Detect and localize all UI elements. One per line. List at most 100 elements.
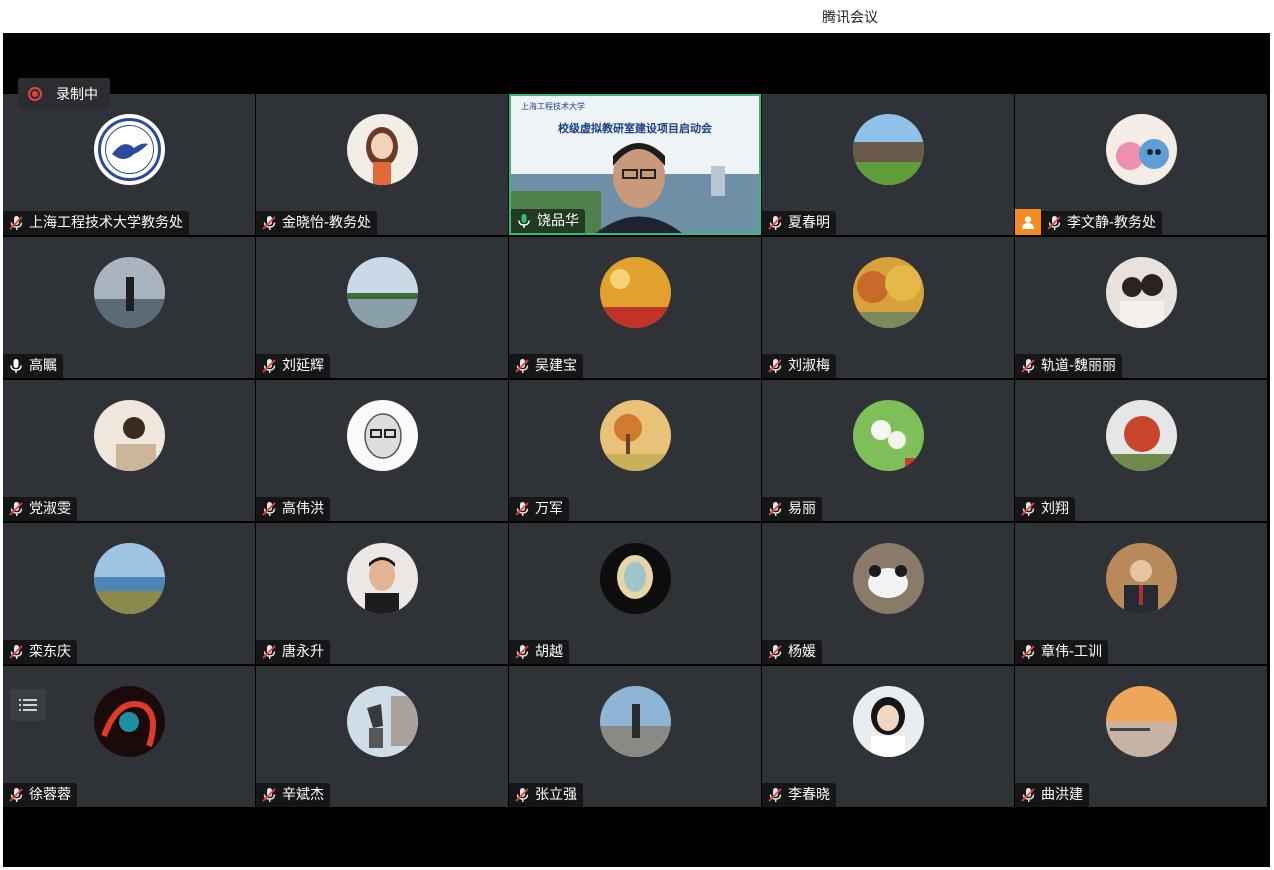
participant-tile[interactable]: 吴建宝: [509, 237, 761, 378]
participant-name: 张立强: [535, 787, 577, 803]
participant-tile[interactable]: 党淑雯: [3, 380, 255, 521]
mic-muted-icon: [260, 786, 278, 804]
name-tag: 章伟-工训: [1015, 640, 1109, 664]
name-tag: 胡越: [509, 640, 569, 664]
avatar: [347, 257, 418, 328]
mic-muted-icon: [1019, 357, 1037, 375]
participant-tile[interactable]: 高伟洪: [256, 380, 508, 521]
participant-tile[interactable]: 刘延辉: [256, 237, 508, 378]
mic-muted-icon: [513, 643, 531, 661]
mic-muted-icon: [766, 643, 784, 661]
participant-tile[interactable]: 徐蓉蓉: [3, 666, 255, 807]
participant-name: 栾东庆: [29, 644, 71, 660]
participant-tile[interactable]: 金晓怡-教务处: [256, 94, 508, 235]
mic-muted-icon: [260, 214, 278, 232]
mic-muted-icon: [7, 786, 25, 804]
participant-name: 杨媛: [788, 644, 816, 660]
mic-muted-icon: [513, 786, 531, 804]
avatar: [347, 543, 418, 614]
participant-name: 李春晓: [788, 787, 830, 803]
participant-tile[interactable]: 胡越: [509, 523, 761, 664]
participant-name: 刘翔: [1041, 501, 1069, 517]
mic-muted-icon: [766, 786, 784, 804]
mic-icon: [515, 212, 533, 230]
avatar: [600, 257, 671, 328]
name-tag: 辛斌杰: [256, 783, 330, 807]
participant-name: 辛斌杰: [282, 787, 324, 803]
mic-muted-icon: [766, 357, 784, 375]
participant-name: 金晓怡-教务处: [282, 215, 372, 231]
mic-muted-icon: [260, 357, 278, 375]
mic-muted-icon: [260, 500, 278, 518]
name-tag: 刘翔: [1015, 497, 1075, 521]
mic-muted-icon: [7, 214, 25, 232]
avatar: [1106, 114, 1177, 185]
avatar: [853, 114, 924, 185]
name-tag: 易丽: [762, 497, 822, 521]
participant-name: 胡越: [535, 644, 563, 660]
participant-tile[interactable]: 夏春明: [762, 94, 1014, 235]
mic-muted-icon: [260, 643, 278, 661]
participant-tile[interactable]: 辛斌杰: [256, 666, 508, 807]
participant-list-button[interactable]: [10, 689, 46, 721]
recording-indicator[interactable]: 录制中: [18, 78, 110, 110]
participant-tile[interactable]: 上海工程技术大学校级虚拟教研室建设项目启动会饶品华: [509, 94, 761, 235]
slide-logo: 上海工程技术大学: [521, 102, 585, 111]
slide-title: 校级虚拟教研室建设项目启动会: [558, 122, 712, 135]
name-tag: 饶品华: [511, 209, 585, 233]
participant-tile[interactable]: 刘翔: [1015, 380, 1267, 521]
participant-tile[interactable]: 张立强: [509, 666, 761, 807]
name-tag: 轨道-魏丽丽: [1015, 354, 1123, 378]
avatar: [1106, 543, 1177, 614]
participant-name: 上海工程技术大学教务处: [29, 215, 183, 231]
participant-name: 易丽: [788, 501, 816, 517]
name-tag: 高瞩: [3, 354, 63, 378]
name-tag: 上海工程技术大学教务处: [3, 211, 189, 235]
name-tag: 曲洪建: [1015, 783, 1089, 807]
name-tag: 刘延辉: [256, 354, 330, 378]
participant-name: 高瞩: [29, 358, 57, 374]
avatar: [853, 543, 924, 614]
name-tag: 李文静-教务处: [1041, 211, 1163, 235]
participant-name: 刘淑梅: [788, 358, 830, 374]
mic-muted-icon: [513, 500, 531, 518]
avatar: [853, 686, 924, 757]
participant-name: 党淑雯: [29, 501, 71, 517]
participant-name: 万军: [535, 501, 563, 517]
participant-tile[interactable]: 易丽: [762, 380, 1014, 521]
host-user-icon: [1015, 209, 1041, 235]
participant-tile[interactable]: 曲洪建: [1015, 666, 1267, 807]
participant-tile[interactable]: 上海工程技术大学教务处: [3, 94, 255, 235]
mic-muted-icon: [7, 643, 25, 661]
name-tag: 刘淑梅: [762, 354, 836, 378]
participant-tile[interactable]: 李春晓: [762, 666, 1014, 807]
participant-tile[interactable]: 栾东庆: [3, 523, 255, 664]
mic-muted-icon: [1045, 214, 1063, 232]
participant-tile[interactable]: 杨媛: [762, 523, 1014, 664]
name-tag: 高伟洪: [256, 497, 330, 521]
mic-muted-icon: [1019, 643, 1037, 661]
avatar: [600, 543, 671, 614]
avatar: [853, 400, 924, 471]
recording-label: 录制中: [56, 87, 98, 103]
participant-tile[interactable]: 刘淑梅: [762, 237, 1014, 378]
avatar: [94, 686, 165, 757]
window-title: 腾讯会议: [822, 10, 878, 26]
participant-tile[interactable]: 唐永升: [256, 523, 508, 664]
participant-tile[interactable]: 李文静-教务处: [1015, 94, 1267, 235]
name-tag: 金晓怡-教务处: [256, 211, 378, 235]
participant-tile[interactable]: 高瞩: [3, 237, 255, 378]
participant-name: 唐永升: [282, 644, 324, 660]
name-tag: 徐蓉蓉: [3, 783, 77, 807]
participant-tile[interactable]: 轨道-魏丽丽: [1015, 237, 1267, 378]
mic-icon: [7, 357, 25, 375]
participant-tile[interactable]: 章伟-工训: [1015, 523, 1267, 664]
participant-tile[interactable]: 万军: [509, 380, 761, 521]
avatar: [94, 114, 165, 185]
participant-name: 轨道-魏丽丽: [1041, 358, 1117, 374]
mic-muted-icon: [513, 357, 531, 375]
mic-muted-icon: [766, 214, 784, 232]
participant-grid: 上海工程技术大学教务处 金晓怡-教务处 上海工程技术大学校级虚拟教研室建设项目启动会…: [3, 94, 1270, 807]
participant-name: 刘延辉: [282, 358, 324, 374]
record-icon: [28, 87, 42, 101]
